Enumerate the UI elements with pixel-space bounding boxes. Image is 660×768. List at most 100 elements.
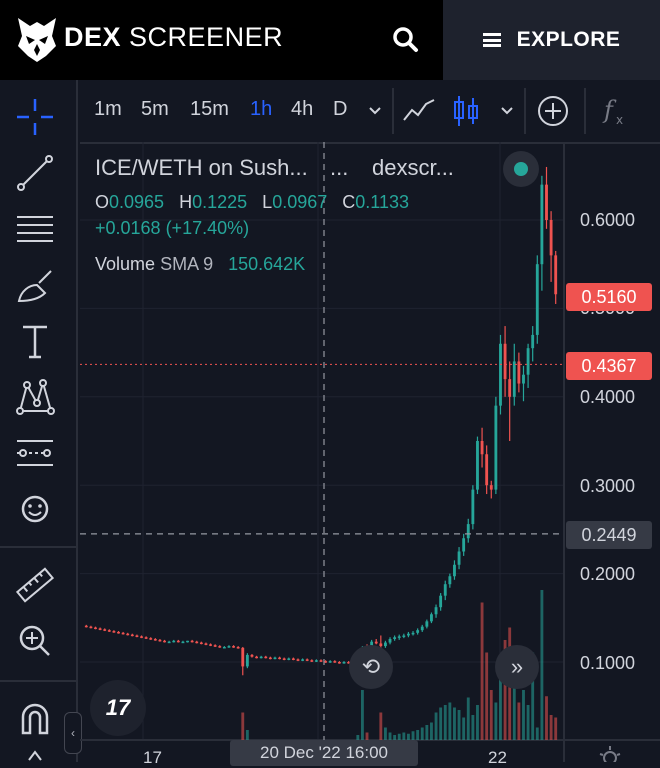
interval-4h[interactable]: 4h xyxy=(291,98,313,121)
volume-sma-label: SMA 9 xyxy=(160,254,214,274)
candle xyxy=(517,361,521,384)
volume-bar xyxy=(522,690,525,740)
toolbar-divider xyxy=(0,546,76,548)
candle xyxy=(130,634,134,637)
interval-dropdown-chevron-icon[interactable] xyxy=(367,104,383,118)
volume-bar xyxy=(476,705,479,740)
candle xyxy=(310,660,314,662)
explore-label: EXPLORE xyxy=(516,28,621,51)
close-label: C xyxy=(342,192,356,212)
candle xyxy=(140,636,143,638)
scroll-to-realtime-icon[interactable]: » xyxy=(495,645,539,689)
candle xyxy=(250,654,254,657)
candle xyxy=(328,661,332,663)
brush-tool-icon[interactable] xyxy=(12,262,58,308)
volume-bar xyxy=(430,722,433,740)
last-price-tag: 0.5160 xyxy=(566,283,652,311)
volume-bar xyxy=(457,710,461,740)
candle xyxy=(213,645,217,647)
line-chart-icon[interactable] xyxy=(402,96,436,126)
add-indicator-icon[interactable] xyxy=(536,94,570,128)
candlestick-chart-icon[interactable] xyxy=(452,94,480,128)
candle xyxy=(439,595,443,608)
brand-name[interactable]: DEX SCREENER xyxy=(64,22,283,53)
low-label: L xyxy=(262,192,273,212)
volume-bar xyxy=(545,696,548,740)
candle xyxy=(342,662,346,664)
indicators-fx-icon[interactable]: fx xyxy=(602,94,632,128)
candle xyxy=(420,626,424,631)
candle xyxy=(476,441,479,490)
pair-title[interactable]: ICE/WETH on Sush... xyxy=(95,155,308,181)
volume-bar xyxy=(443,705,447,740)
volume-bar xyxy=(471,715,475,740)
brand-rest: SCREENER xyxy=(129,22,284,52)
candle xyxy=(241,647,245,667)
candle xyxy=(135,635,139,637)
volume-legend[interactable]: Volume SMA 9 150.642K xyxy=(95,254,305,275)
candle xyxy=(314,660,318,662)
text-tool-icon[interactable] xyxy=(12,318,58,364)
high-label: H xyxy=(179,192,193,212)
candle xyxy=(535,264,539,335)
low-value: 0.0967 xyxy=(272,192,328,212)
interval-5m[interactable]: 5m xyxy=(141,98,169,121)
ruler-icon[interactable] xyxy=(12,562,58,608)
candle xyxy=(522,374,525,384)
candle xyxy=(158,639,162,642)
candle xyxy=(222,646,226,649)
interval-1h[interactable]: 1h xyxy=(250,98,272,121)
pattern-tool-icon[interactable] xyxy=(12,374,58,420)
candle xyxy=(273,657,277,660)
forecast-tool-icon[interactable] xyxy=(12,430,58,476)
drawing-toolbar xyxy=(0,80,78,762)
open-label: O xyxy=(95,192,110,212)
candle xyxy=(324,661,328,663)
smiley-icon[interactable] xyxy=(12,486,58,532)
owl-logo-icon[interactable] xyxy=(16,16,58,64)
search-icon[interactable] xyxy=(390,24,422,56)
candle xyxy=(209,644,212,646)
market-status-icon[interactable] xyxy=(503,151,539,187)
interval-1d[interactable]: D xyxy=(333,98,347,121)
candle xyxy=(282,658,286,660)
candle xyxy=(545,184,548,220)
volume-bar xyxy=(448,702,452,740)
candle xyxy=(98,628,102,630)
volume-bar xyxy=(245,730,249,740)
legend-more-dots[interactable]: ... xyxy=(330,155,348,181)
candle xyxy=(301,659,305,661)
volume-bar xyxy=(420,727,424,740)
crosshair-price-tag: 0.2449 xyxy=(566,521,652,549)
volume-bar xyxy=(540,590,544,740)
price-change: +0.0168 (+17.40%) xyxy=(95,218,250,238)
volume-bar xyxy=(439,707,443,740)
interval-1m[interactable]: 1m xyxy=(94,98,122,121)
volume-bar xyxy=(425,725,429,740)
candle xyxy=(204,643,208,645)
fib-retracement-tool-icon[interactable] xyxy=(12,206,58,252)
magnet-icon[interactable] xyxy=(12,696,58,742)
candle xyxy=(199,642,203,645)
time-tick: 22 xyxy=(488,748,507,767)
settings-gear-icon[interactable] xyxy=(596,744,624,762)
toolbar-separator xyxy=(524,88,526,134)
high-value: 0.1225 xyxy=(192,192,248,212)
trend-line-tool-icon[interactable] xyxy=(12,150,58,196)
candle xyxy=(494,405,498,490)
crosshair-tool-icon[interactable] xyxy=(12,94,58,140)
zoom-in-icon[interactable] xyxy=(12,618,58,664)
time-tick: 17 xyxy=(143,748,162,767)
price-tick: 0.2000 xyxy=(580,564,636,584)
lock-icon[interactable] xyxy=(12,746,58,762)
reset-chart-icon[interactable]: ⟲ xyxy=(349,645,393,689)
toolbar-separator xyxy=(584,88,586,134)
explore-button[interactable]: EXPLORE xyxy=(443,0,660,80)
price-tick: 0.1000 xyxy=(580,653,636,673)
tradingview-logo-icon[interactable]: 17 xyxy=(90,680,146,736)
chart-type-chevron-icon[interactable] xyxy=(499,104,515,118)
close-value: 0.1133 xyxy=(355,192,409,212)
candle xyxy=(190,640,194,643)
volume-bar xyxy=(379,712,383,740)
interval-15m[interactable]: 15m xyxy=(190,98,229,121)
